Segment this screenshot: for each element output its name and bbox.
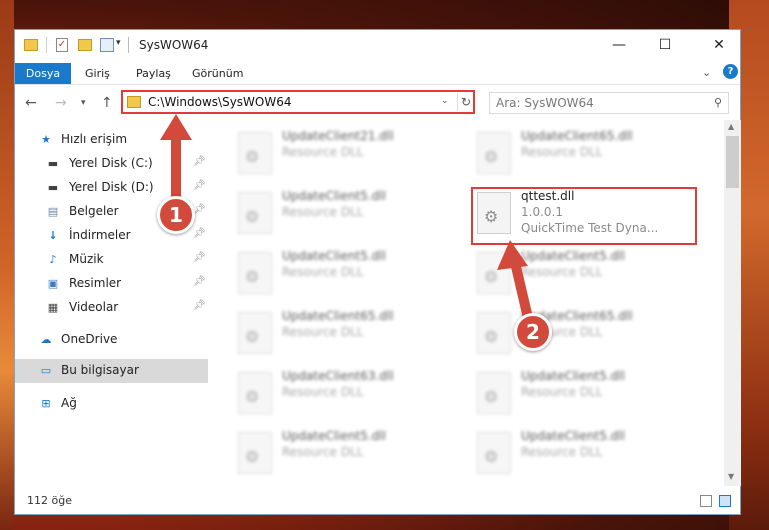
- step-badge-2: 2: [514, 313, 552, 351]
- step-badge-1: 1: [157, 196, 195, 234]
- arrow-1-head: [160, 114, 192, 140]
- annotation-arrows: [160, 114, 533, 323]
- arrow-2-head: [497, 240, 528, 270]
